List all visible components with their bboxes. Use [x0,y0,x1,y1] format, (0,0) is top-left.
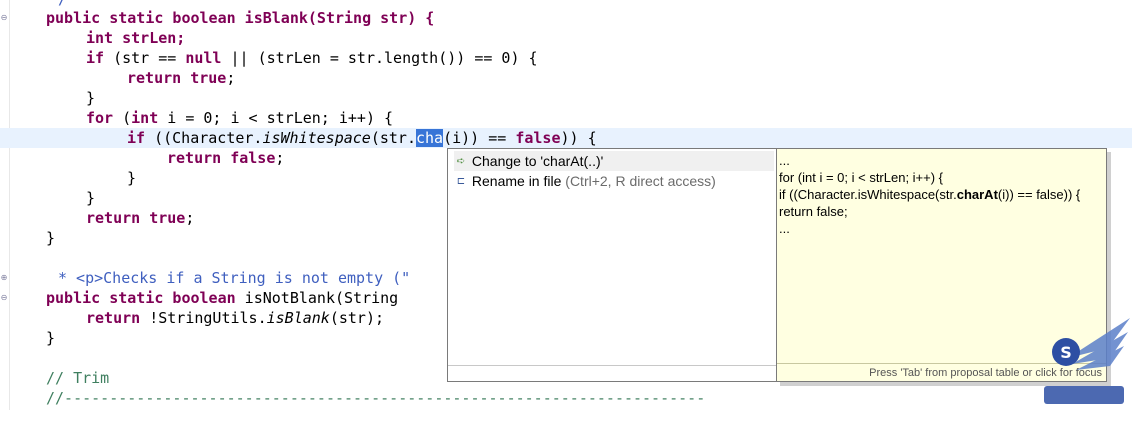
rename-icon: ⊏ [456,176,466,188]
current-code-line[interactable]: if ((Character.isWhitespace(str.cha(i)) … [0,128,1132,148]
code-text: return true; [127,69,236,87]
preview-line: ... [779,153,790,168]
proposal-hint: (Ctrl+2, R direct access) [561,173,716,189]
proposal-label: Rename in file [471,173,562,189]
code-text: ( [113,109,132,127]
code-text: } [86,89,96,107]
selected-text[interactable]: cha [416,129,444,147]
keyword: if [127,129,146,147]
code-text: ((Character. [145,129,263,147]
popup-divider [448,365,776,366]
quick-fix-popup[interactable]: ➪ Change to 'charAt(..)' ⊏ Rename in fil… [447,148,777,382]
code-text: (str. [370,129,416,147]
proposal-rename-in-file[interactable]: ⊏ Rename in file (Ctrl+2, R direct acces… [454,171,716,191]
code-text: (i)) == [443,129,516,147]
code-line[interactable]: public static boolean isBlank(String str… [0,8,1132,28]
code-line[interactable]: int strLen; [0,28,1132,48]
proposal-label: Change to 'charAt(..)' [471,153,604,169]
change-method-icon: ➪ [456,156,466,168]
line-comment: //--------------------------------------… [46,389,706,407]
code-line[interactable]: if (str == null || (strLen = str.length(… [0,48,1132,68]
code-text: return true; [86,209,195,227]
javadoc-comment: * <p>Checks if a String is not empty (" [58,269,411,287]
keyword: false [230,149,276,167]
code-text: (str == [104,49,186,67]
code-text: } [46,229,56,247]
code-text: int strLen; [86,29,186,47]
code-text: || (strLen = str.length()) == 0) { [221,49,538,67]
method-name: isWhitespace [262,129,371,147]
line-comment: // Trim [46,369,110,387]
keyword: true [190,69,227,87]
code-text: !StringUtils. [140,309,267,327]
preview-line: return false; [779,204,848,219]
code-text: if (str == null || (strLen = str.length(… [86,48,538,68]
code-text: public static boolean isNotBlank(String [46,288,398,308]
proposal-change-to-charat[interactable]: ➪ Change to 'charAt(..)' [454,151,774,171]
code-line[interactable]: } [0,88,1132,108]
code-text: if ((Character.isWhitespace(str.cha(i)) … [127,128,597,148]
code-line[interactable]: return true; [0,68,1132,88]
code-text: i = 0; i < strLen; i++) { [158,109,394,127]
code-text: )) { [560,129,597,147]
preview-line: ... [779,221,790,236]
preview-line: for (int i = 0; i < strLen; i++) { [779,170,944,185]
svg-text:S: S [1060,343,1072,362]
keyword: false [515,129,561,147]
keyword: return [86,309,141,327]
keyword: return [86,209,141,227]
keyword: for [86,109,114,127]
keyword: public static boolean [46,289,236,307]
code-text: } [86,189,96,207]
keyword: int [131,109,159,127]
keyword: true [149,209,186,227]
code-text: return !StringUtils.isBlank(str); [86,308,384,328]
code-text: int strLen; [86,28,185,48]
code-text: } [46,329,56,347]
method-name: isBlank [266,309,330,327]
code-line[interactable]: //--------------------------------------… [0,388,1132,408]
keyword: null [185,49,222,67]
code-text: return false; [167,149,285,167]
code-text: for (int i = 0; i < strLen; i++) { [86,108,393,128]
method-signature: public static boolean isBlank(String str… [46,9,435,27]
keyword: return [127,69,182,87]
preview-line: if ((Character.isWhitespace(str.charAt(i… [779,186,1080,203]
comment-fragment: / [58,0,67,8]
watermark-logo-icon: S [1038,318,1130,408]
code-line[interactable]: for (int i = 0; i < strLen; i++) { [0,108,1132,128]
code-text: isNotBlank(String [235,289,399,307]
preview-text: if ((Character.isWhitespace(str. [779,187,957,202]
preview-highlight: charAt [956,187,998,202]
keyword: return [167,149,222,167]
code-text: (str); [329,309,385,327]
code-text: } [127,169,137,187]
keyword: if [86,49,105,67]
preview-text: (i)) == false)) { [997,187,1081,202]
